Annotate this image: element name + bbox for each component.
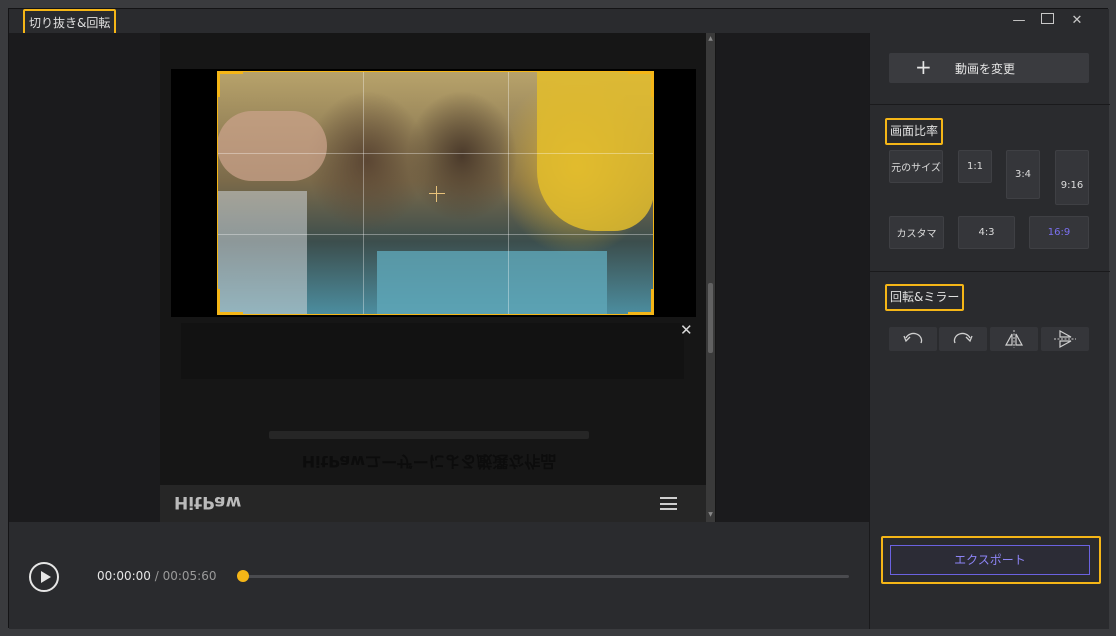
flip-horizontal-button[interactable] (990, 327, 1038, 351)
divider (870, 271, 1110, 272)
ratio-label: カスタマ (896, 229, 937, 240)
ratio-label: 元のサイズ (891, 163, 941, 174)
time-display: 00:00:00 / 00:05:60 (97, 569, 216, 583)
preview-stage: HitPawユーザーによる厳選な作品 HitPaw ▲ ▼ ✕ (9, 33, 869, 522)
rotate-mirror-title: 回転&ミラー (885, 284, 965, 311)
ratio-label: 16:9 (1047, 227, 1071, 238)
crop-box[interactable] (217, 71, 654, 315)
rotate-left-icon (903, 332, 923, 344)
blurred-banner (181, 323, 684, 379)
progress-knob[interactable] (237, 570, 249, 582)
change-video-label: 動画を変更 (955, 62, 1016, 76)
crop-rotate-window: 切り抜き&回転 — ✕ HitPawユーザーによる厳選な作品 HitPaw ▲ … (8, 8, 1110, 629)
rotate-right-button[interactable] (939, 327, 987, 351)
ratio-original-button[interactable]: 元のサイズ (889, 150, 943, 183)
scroll-up-arrow-icon[interactable]: ▲ (706, 35, 715, 42)
ratio-label: 3:4 (1014, 169, 1032, 180)
ratio-16-9-button[interactable]: 16:9 (1029, 216, 1089, 249)
crop-center-icon (429, 186, 445, 202)
divider (870, 104, 1110, 105)
aspect-ratio-title: 画面比率 (885, 118, 944, 145)
time-separator: / (150, 569, 163, 583)
crop-handle-top-left[interactable] (217, 71, 243, 97)
window-title: 切り抜き&回転 (23, 9, 117, 36)
ratio-label: 1:1 (966, 161, 984, 172)
scroll-thumb[interactable] (708, 283, 713, 353)
rotate-left-button[interactable] (889, 327, 937, 351)
export-button[interactable]: エクスポート (890, 545, 1090, 575)
ratio-label: 4:3 (978, 227, 995, 238)
crop-handle-bottom-right[interactable] (628, 289, 654, 315)
mirrored-heading: HitPawユーザーによる厳選な作品 (301, 452, 557, 471)
change-video-button[interactable]: + 動画を変更 (889, 53, 1089, 83)
brand-bar: HitPaw (160, 485, 707, 522)
playback-bar: 00:00:00 / 00:05:60 (9, 522, 869, 629)
current-time: 00:00:00 (97, 569, 151, 583)
ratio-1-1-button[interactable]: 1:1 (958, 150, 992, 183)
ratio-9-16-button[interactable]: 9:16 (1055, 150, 1089, 205)
crop-handle-top-right[interactable] (628, 71, 654, 97)
play-button[interactable] (29, 562, 59, 592)
ratio-4-3-button[interactable]: 4:3 (958, 216, 1015, 249)
faint-text-line (269, 431, 589, 439)
preview-scrollbar[interactable]: ▲ ▼ (706, 33, 715, 522)
flip-vertical-button[interactable] (1041, 327, 1089, 351)
total-time: 00:05:60 (162, 569, 217, 583)
hamburger-menu-icon[interactable] (660, 497, 677, 510)
hitpaw-logo: HitPaw (174, 492, 242, 512)
ratio-label: 9:16 (1060, 180, 1084, 191)
settings-panel: + 動画を変更 画面比率 元のサイズ 1:1 3:4 9:16 カスタマ 4:3… (869, 33, 1110, 629)
title-bar: 切り抜き&回転 — ✕ (9, 9, 1109, 36)
export-highlight: エクスポート (881, 536, 1101, 584)
rotate-right-icon (953, 332, 973, 344)
flip-vertical-icon (1054, 330, 1076, 348)
scroll-down-arrow-icon[interactable]: ▼ (706, 511, 715, 518)
close-icon[interactable]: ✕ (1069, 13, 1085, 29)
flip-horizontal-icon (1004, 330, 1024, 348)
progress-track[interactable] (243, 575, 849, 578)
dismiss-icon[interactable]: ✕ (680, 321, 693, 339)
ratio-custom-button[interactable]: カスタマ (889, 216, 944, 249)
ratio-3-4-button[interactable]: 3:4 (1006, 150, 1040, 199)
plus-icon: + (915, 55, 932, 79)
minimize-icon[interactable]: — (1011, 13, 1027, 29)
maximize-icon[interactable] (1039, 13, 1055, 29)
crop-handle-bottom-left[interactable] (217, 289, 243, 315)
